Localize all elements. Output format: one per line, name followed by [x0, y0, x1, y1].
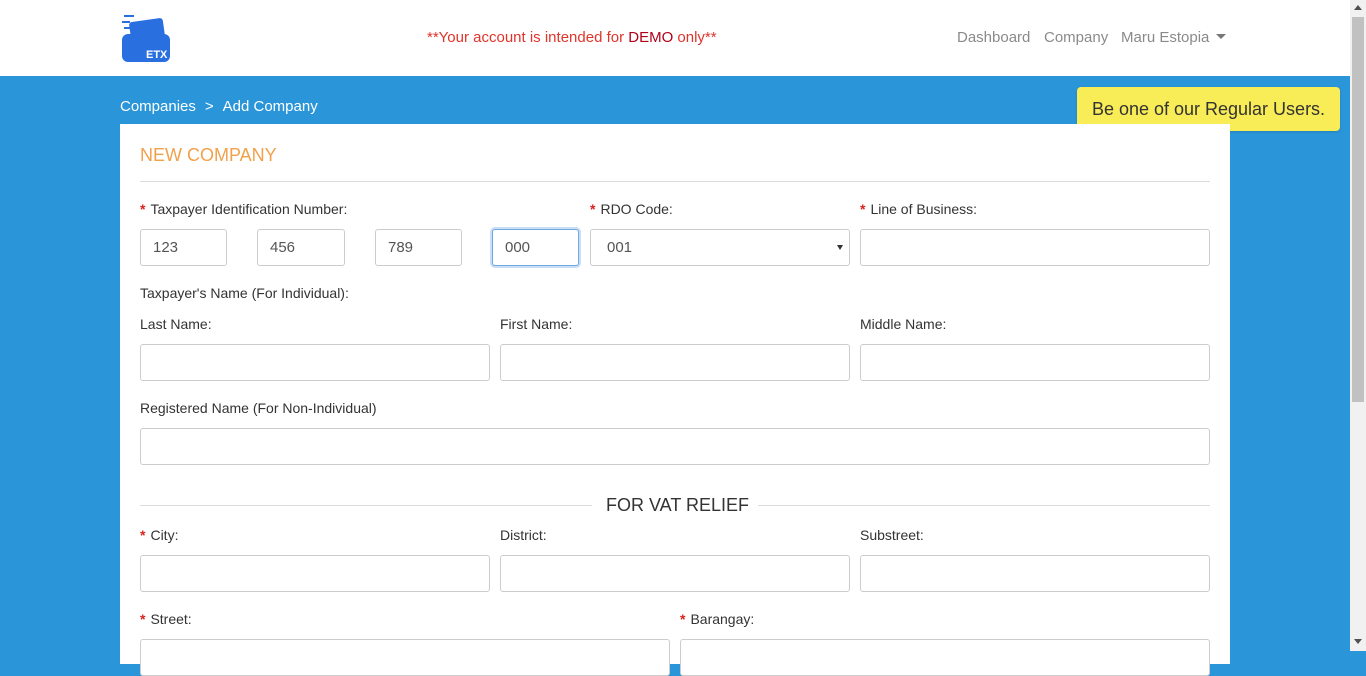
required-asterisk: * — [860, 201, 866, 217]
barangay-label: * Barangay: — [680, 611, 754, 627]
required-asterisk: * — [590, 201, 596, 217]
demo-notice-prefix: **Your account is intended for — [427, 29, 629, 46]
line-of-business-label: * Line of Business: — [860, 201, 977, 217]
tin-label-text: Taxpayer Identification Number: — [150, 201, 348, 217]
first-name-input[interactable] — [500, 344, 850, 381]
breadcrumb: Companies > Add Company — [120, 98, 318, 115]
scroll-up-arrow-icon[interactable] — [1354, 5, 1362, 10]
vat-relief-section-title: FOR VAT RELIEF — [606, 495, 750, 515]
tin-part-2-input[interactable] — [257, 229, 345, 266]
logo-text: ETX — [146, 49, 168, 61]
city-label-text: City: — [150, 527, 179, 543]
substreet-input[interactable] — [860, 555, 1210, 592]
required-asterisk: * — [140, 527, 146, 543]
last-name-input[interactable] — [140, 344, 490, 381]
demo-notice-emphasis: DEMO — [628, 29, 674, 46]
scrollbar-thumb[interactable] — [1352, 17, 1364, 402]
etx-logo-icon[interactable]: ETX — [120, 14, 172, 64]
street-label: * Street: — [140, 611, 192, 627]
breadcrumb-separator: > — [204, 98, 214, 115]
rdo-code-select[interactable]: 001 — [590, 229, 850, 266]
last-name-label: Last Name: — [140, 316, 212, 332]
caret-down-icon — [1216, 34, 1227, 39]
district-input[interactable] — [500, 555, 850, 592]
street-label-text: Street: — [150, 611, 192, 627]
scroll-down-arrow-icon[interactable] — [1354, 639, 1362, 644]
middle-name-input[interactable] — [860, 344, 1210, 381]
city-label: * City: — [140, 527, 178, 543]
registered-name-label: Registered Name (For Non-Individual) — [140, 400, 377, 416]
rdo-code-selected-value: 001 — [607, 239, 633, 256]
breadcrumb-companies-link[interactable]: Companies — [120, 98, 196, 115]
line-of-business-label-text: Line of Business: — [870, 201, 978, 217]
required-asterisk: * — [680, 611, 686, 627]
form-title: NEW COMPANY — [140, 145, 277, 165]
title-divider — [140, 181, 1210, 182]
top-navbar: ETX **Your account is intended for DEMO … — [0, 0, 1350, 76]
new-company-form-card: NEW COMPANY * Taxpayer Identification Num… — [120, 124, 1230, 676]
city-input[interactable] — [140, 555, 490, 592]
registered-name-input[interactable] — [140, 428, 1210, 465]
tin-part-3-input[interactable] — [375, 229, 462, 266]
demo-notice: **Your account is intended for DEMO only… — [427, 29, 717, 46]
rdo-code-label-text: RDO Code: — [600, 201, 673, 217]
line-of-business-input[interactable] — [860, 229, 1210, 266]
district-label: District: — [500, 527, 547, 543]
page-scrollbar[interactable] — [1350, 0, 1366, 651]
substreet-label: Substreet: — [860, 527, 924, 543]
nav-dashboard-link[interactable]: Dashboard — [957, 29, 1030, 46]
middle-name-label: Middle Name: — [860, 316, 947, 332]
section-divider-left — [140, 505, 592, 506]
first-name-label: First Name: — [500, 316, 573, 332]
barangay-label-text: Barangay: — [690, 611, 755, 627]
tin-label: * Taxpayer Identification Number: — [140, 201, 347, 217]
tin-part-4-input[interactable] — [492, 229, 579, 266]
taxpayer-name-label: Taxpayer's Name (For Individual): — [140, 285, 349, 301]
select-caret-icon — [837, 245, 843, 250]
rdo-code-label: * RDO Code: — [590, 201, 673, 217]
section-divider-right — [758, 505, 1210, 506]
tin-part-1-input[interactable] — [140, 229, 227, 266]
user-name: Maru Estopia — [1121, 29, 1210, 46]
demo-notice-suffix: only** — [673, 29, 717, 46]
nav-company-link[interactable]: Company — [1044, 29, 1108, 46]
barangay-input[interactable] — [680, 639, 1210, 676]
user-menu-dropdown[interactable]: Maru Estopia — [1121, 29, 1227, 46]
required-asterisk: * — [140, 201, 146, 217]
required-asterisk: * — [140, 611, 146, 627]
street-input[interactable] — [140, 639, 670, 676]
breadcrumb-current: Add Company — [222, 98, 318, 115]
